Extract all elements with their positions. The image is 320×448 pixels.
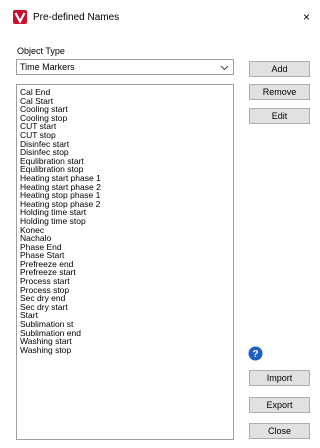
import-button[interactable]: Import [249, 370, 310, 386]
window-title: Pre-defined Names [33, 12, 120, 23]
names-listbox[interactable]: Cal End Cal Start Cooling start Cooling sto… [16, 84, 234, 440]
help-circle-icon[interactable]: ? [248, 346, 263, 361]
close-icon: × [302, 10, 310, 24]
svg-text:?: ? [252, 349, 258, 360]
title-bar: Pre-defined Names × [0, 0, 310, 34]
pre-defined-names-dialog: Pre-defined Names × Object Type Time Mar… [0, 0, 310, 448]
edit-button[interactable]: Edit [249, 108, 310, 124]
names-list: Cal End Cal Start Cooling start Cooling sto… [20, 88, 101, 354]
chevron-down-icon [220, 65, 229, 71]
object-type-selected-value: Time Markers [20, 62, 75, 72]
v-logo-icon [13, 10, 27, 24]
add-button[interactable]: Add [249, 61, 310, 77]
close-button[interactable]: Close [249, 423, 310, 439]
close-window-button[interactable]: × [290, 6, 310, 28]
remove-button[interactable]: Remove [249, 84, 310, 100]
object-type-label: Object Type [17, 46, 65, 56]
object-type-select[interactable]: Time Markers [16, 59, 234, 75]
export-button[interactable]: Export [249, 397, 310, 413]
list-item[interactable]: Washing stop [20, 346, 101, 355]
